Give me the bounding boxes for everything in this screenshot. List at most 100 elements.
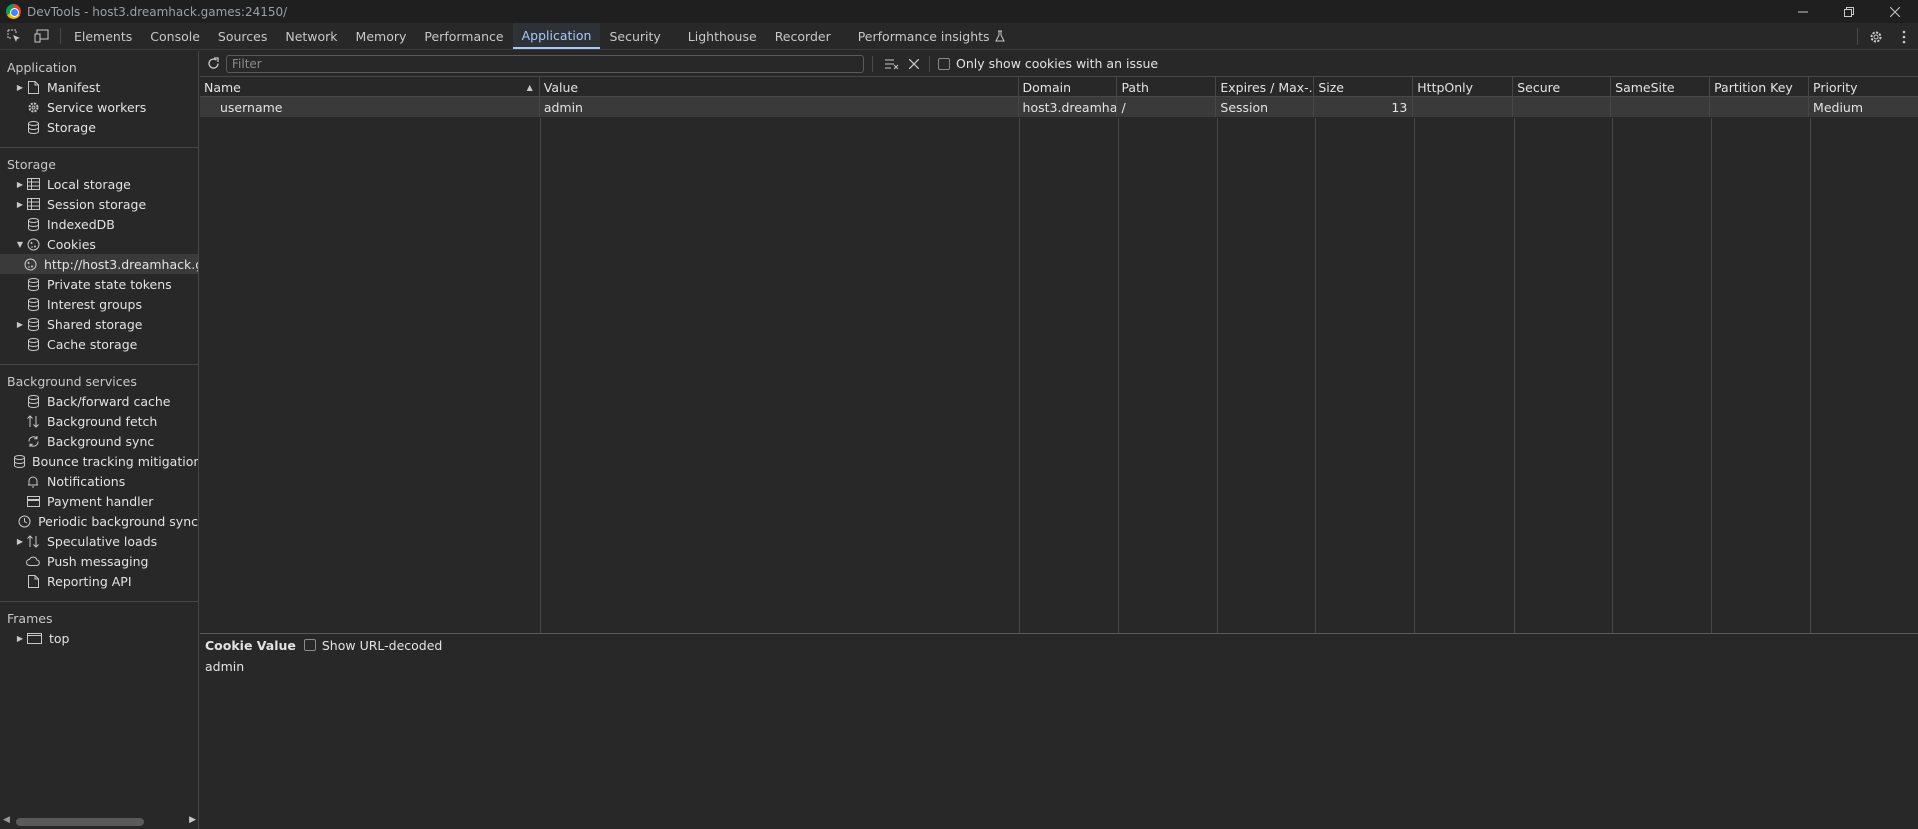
cookie-icon — [26, 237, 40, 251]
scroll-left-icon[interactable]: ◀ — [3, 815, 10, 825]
expand-arrow-icon[interactable]: ▶ — [14, 83, 26, 92]
cell-path: / — [1117, 97, 1217, 117]
sidebar-item-cookies[interactable]: ▼ Cookies — [0, 234, 198, 254]
database-icon — [26, 394, 40, 408]
sidebar-item-payment-handler[interactable]: Payment handler — [0, 491, 198, 511]
sidebar-item-local-storage[interactable]: ▶ Local storage — [0, 174, 198, 194]
window-title: DevTools - host3.dreamhack.games:24150/ — [27, 4, 288, 19]
cookie-value-text[interactable]: admin — [200, 656, 1918, 676]
tab-security[interactable]: Security — [600, 23, 678, 49]
column-header-value[interactable]: Value — [540, 77, 1019, 97]
device-toolbar-icon[interactable] — [28, 23, 56, 49]
sidebar-item-shared-storage[interactable]: ▶ Shared storage — [0, 314, 198, 334]
sidebar-item-manifest[interactable]: ▶ Manifest — [0, 77, 198, 97]
cell-value: admin — [540, 97, 1019, 117]
cell-priority: Medium — [1813, 99, 1864, 115]
tab-lighthouse[interactable]: Lighthouse — [679, 23, 766, 49]
column-header-secure[interactable]: Secure — [1513, 77, 1612, 97]
expand-arrow-icon[interactable]: ▶ — [14, 320, 26, 329]
url-decoded-checkbox[interactable] — [303, 639, 316, 651]
database-icon — [14, 454, 25, 468]
restore-icon[interactable] — [1826, 0, 1872, 23]
collapse-arrow-icon[interactable]: ▼ — [14, 240, 26, 249]
section-title-frames: Frames — [7, 610, 53, 626]
cookies-panel: Only show cookies with an issue Name ▲ V… — [200, 51, 1918, 829]
sidebar-item-session-storage[interactable]: ▶ Session storage — [0, 194, 198, 214]
scroll-right-icon[interactable]: ▶ — [189, 815, 196, 825]
sidebar-item-speculative-loads[interactable]: ▶ Speculative loads — [0, 531, 198, 551]
sidebar-item-label: Session storage — [47, 196, 147, 212]
sidebar-item-label: top — [49, 630, 70, 646]
tab-application[interactable]: Application — [512, 23, 601, 49]
tab-console[interactable]: Console — [141, 23, 209, 49]
sidebar-item-bounce-tracking[interactable]: Bounce tracking mitigations — [0, 451, 198, 471]
sidebar-item-back-forward-cache[interactable]: Back/forward cache — [0, 391, 198, 411]
application-sidebar: Application ▶ Manifest Service workers S… — [0, 51, 199, 829]
minimize-icon[interactable] — [1780, 0, 1826, 23]
more-options-icon[interactable] — [1890, 30, 1918, 44]
sidebar-item-push-messaging[interactable]: Push messaging — [0, 551, 198, 571]
close-icon[interactable] — [1872, 0, 1918, 23]
tab-network[interactable]: Network — [276, 23, 346, 49]
sidebar-item-notifications[interactable]: Notifications — [0, 471, 198, 491]
expand-arrow-icon[interactable]: ▶ — [14, 537, 26, 546]
sidebar-item-label: Service workers — [47, 99, 147, 115]
sidebar-horizontal-scrollbar[interactable]: ◀ ▶ — [0, 815, 198, 829]
expand-arrow-icon[interactable]: ▶ — [14, 200, 26, 209]
tab-sources[interactable]: Sources — [209, 23, 276, 49]
sidebar-item-label: Cookies — [47, 236, 96, 252]
column-header-expires[interactable]: Expires / Max-... — [1216, 77, 1315, 97]
expand-arrow-icon[interactable]: ▶ — [14, 634, 26, 643]
tab-memory[interactable]: Memory — [347, 23, 416, 49]
sidebar-item-label: http://host3.dreamhack.games:24150 — [44, 256, 198, 272]
credit-card-icon — [26, 494, 40, 508]
section-divider — [0, 601, 198, 602]
database-icon — [26, 297, 40, 311]
section-title-background-services: Background services — [7, 373, 137, 389]
column-header-httponly[interactable]: HttpOnly — [1413, 77, 1514, 97]
expand-arrow-icon[interactable]: ▶ — [14, 180, 26, 189]
table-row[interactable]: username admin host3.dreamha... / Sessio… — [200, 97, 1918, 117]
section-divider — [0, 147, 198, 148]
sidebar-item-private-state-tokens[interactable]: Private state tokens — [0, 274, 198, 294]
tab-performance-insights[interactable]: Performance insights — [849, 23, 1014, 49]
tab-performance-insights-label: Performance insights — [857, 28, 990, 44]
sidebar-item-cache-storage[interactable]: Cache storage — [0, 334, 198, 354]
inspect-element-icon[interactable] — [0, 23, 28, 49]
tab-performance[interactable]: Performance — [415, 23, 512, 49]
column-header-partition-key[interactable]: Partition Key — [1710, 77, 1810, 97]
sidebar-item-background-fetch[interactable]: Background fetch — [0, 411, 198, 431]
url-decoded-label: Show URL-decoded — [321, 637, 443, 653]
clock-icon — [18, 514, 31, 528]
scrollbar-thumb[interactable] — [16, 818, 144, 826]
sidebar-item-label: Reporting API — [47, 573, 132, 589]
gear-icon[interactable] — [1862, 30, 1890, 44]
column-header-samesite[interactable]: SameSite — [1611, 77, 1711, 97]
database-icon — [26, 120, 40, 134]
tab-recorder[interactable]: Recorder — [766, 23, 849, 49]
sidebar-item-background-sync[interactable]: Background sync — [0, 431, 198, 451]
sidebar-item-periodic-background-sync[interactable]: Periodic background sync — [0, 511, 198, 531]
filter-input[interactable] — [226, 54, 864, 73]
refresh-icon[interactable] — [200, 57, 226, 70]
tab-elements[interactable]: Elements — [65, 23, 141, 49]
sidebar-item-cookie-origin[interactable]: http://host3.dreamhack.games:24150 — [0, 254, 198, 274]
column-header-priority[interactable]: Priority — [1809, 77, 1918, 97]
column-header-size[interactable]: Size — [1314, 77, 1414, 97]
column-header-name[interactable]: Name ▲ — [200, 77, 540, 97]
column-header-path[interactable]: Path — [1117, 77, 1217, 97]
gear-icon — [26, 100, 40, 114]
sidebar-item-reporting-api[interactable]: Reporting API — [0, 571, 198, 591]
sidebar-item-interest-groups[interactable]: Interest groups — [0, 294, 198, 314]
sidebar-item-storage[interactable]: Storage — [0, 117, 198, 137]
sidebar-item-service-workers[interactable]: Service workers — [0, 97, 198, 117]
cookie-value-title: Cookie Value — [205, 637, 296, 653]
sidebar-item-indexeddb[interactable]: IndexedDB — [0, 214, 198, 234]
delete-selected-icon[interactable] — [903, 58, 925, 69]
bell-icon — [26, 474, 40, 488]
sidebar-item-frame-top[interactable]: ▶ top — [0, 628, 198, 648]
only-issue-label: Only show cookies with an issue — [956, 56, 1159, 71]
column-header-domain[interactable]: Domain — [1019, 77, 1118, 97]
clear-all-icon[interactable] — [881, 58, 903, 70]
only-issue-checkbox[interactable] — [938, 57, 950, 70]
